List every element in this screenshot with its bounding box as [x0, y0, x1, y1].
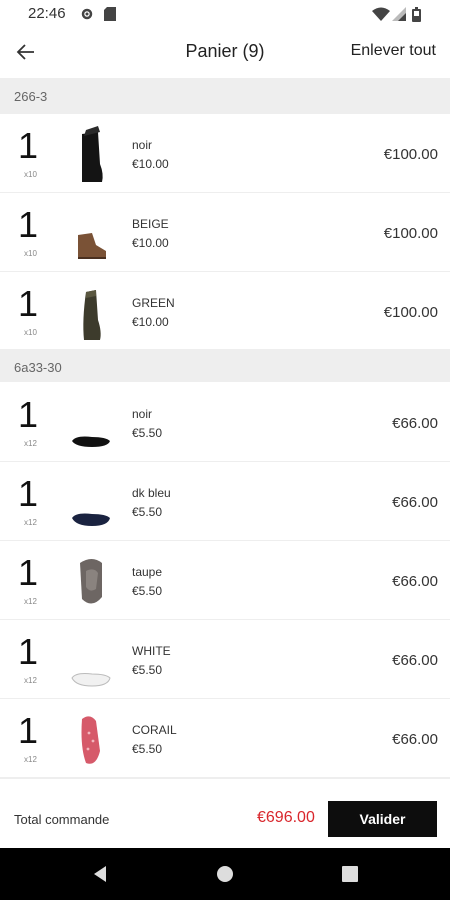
black-flat-image: [72, 436, 110, 447]
validate-button[interactable]: Valider: [328, 801, 437, 837]
item-unit-price: €5.50: [132, 584, 163, 598]
item-quantity[interactable]: 1: [18, 205, 38, 245]
navy-flat-image: [72, 513, 110, 526]
taupe-flat-image: [80, 559, 102, 604]
item-total: €66.00: [392, 494, 438, 511]
item-color: CORAIL: [132, 723, 177, 737]
item-color: noir: [132, 407, 153, 421]
item-quantity[interactable]: 1: [18, 474, 38, 514]
group-name: 6a33-30: [14, 360, 62, 375]
clear-all-button[interactable]: Enlever tout: [351, 42, 436, 60]
item-total: €66.00: [392, 415, 438, 432]
cart-item[interactable]: 1 x12 CORAIL €5.50 €66.00: [0, 699, 450, 778]
item-unit-price: €5.50: [132, 426, 163, 440]
item-unit-price: €10.00: [132, 315, 169, 329]
nav-recents-icon[interactable]: [338, 862, 362, 886]
group-name: 266-3: [14, 89, 48, 104]
settings-icon: [81, 8, 93, 20]
item-multiplier: x12: [24, 439, 37, 448]
item-color: GREEN: [132, 296, 175, 310]
item-quantity[interactable]: 1: [18, 395, 38, 435]
item-total: €66.00: [392, 652, 438, 669]
item-color: BEIGE: [132, 217, 169, 231]
item-quantity[interactable]: 1: [18, 284, 38, 324]
item-unit-price: €5.50: [132, 505, 163, 519]
cart-item[interactable]: 1 x12 WHITE €5.50 €66.00: [0, 620, 450, 699]
item-unit-price: €5.50: [132, 742, 163, 756]
item-multiplier: x10: [24, 170, 37, 179]
brown-ankle-boot-image: [78, 233, 106, 259]
item-unit-price: €10.00: [132, 157, 169, 171]
cart-item[interactable]: 1 x10 GREEN €10.00 €100.00: [0, 272, 450, 351]
group-header: 6a33-30: [0, 349, 450, 382]
order-total-amount: €696.00: [257, 809, 315, 826]
item-total: €100.00: [383, 225, 438, 242]
cart-item[interactable]: 1 x10 BEIGE €10.00 €100.00: [0, 193, 450, 272]
item-multiplier: x12: [24, 755, 37, 764]
order-total-label: Total commande: [14, 812, 110, 827]
white-flat-image: [71, 673, 111, 687]
item-quantity[interactable]: 1: [18, 632, 38, 672]
battery-icon: [412, 7, 421, 22]
olive-boot-image: [83, 290, 101, 340]
item-total: €66.00: [392, 731, 438, 748]
item-multiplier: x12: [24, 518, 37, 527]
item-multiplier: x12: [24, 676, 37, 685]
item-total: €100.00: [383, 304, 438, 321]
item-multiplier: x10: [24, 249, 37, 258]
item-color: dk bleu: [132, 486, 171, 500]
sd-card-icon: [104, 7, 116, 21]
item-multiplier: x10: [24, 328, 37, 337]
status-bar: 22:46: [0, 0, 450, 28]
item-color: taupe: [132, 565, 163, 579]
status-time: 22:46: [28, 5, 66, 22]
item-multiplier: x12: [24, 597, 37, 606]
item-quantity[interactable]: 1: [18, 711, 38, 751]
item-quantity[interactable]: 1: [18, 126, 38, 166]
tall-black-boot-image: [82, 126, 103, 182]
item-unit-price: €10.00: [132, 236, 169, 250]
cart-item[interactable]: 1 x12 dk bleu €5.50 €66.00: [0, 462, 450, 541]
cart-item[interactable]: 1 x12 noir €5.50 €66.00: [0, 383, 450, 462]
signal-icon: [392, 7, 406, 21]
item-total: €66.00: [392, 573, 438, 590]
item-color: WHITE: [132, 644, 171, 658]
item-quantity[interactable]: 1: [18, 553, 38, 593]
wifi-icon: [372, 7, 390, 21]
app-bar: Panier (9) Enlever tout: [0, 28, 450, 74]
cart-item[interactable]: 1 x12 taupe €5.50 €66.00: [0, 541, 450, 620]
system-nav-bar: [0, 848, 450, 900]
group-header: 266-3: [0, 78, 450, 114]
nav-home-icon[interactable]: [213, 862, 237, 886]
nav-back-icon[interactable]: [88, 862, 112, 886]
order-footer: Total commande €696.00 Valider: [0, 778, 450, 849]
item-color: noir: [132, 138, 153, 152]
item-unit-price: €5.50: [132, 663, 163, 677]
coral-flat-image: [81, 716, 100, 764]
cart-item[interactable]: 1 x10 noir €10.00 €100.00: [0, 114, 450, 193]
item-total: €100.00: [383, 146, 438, 163]
